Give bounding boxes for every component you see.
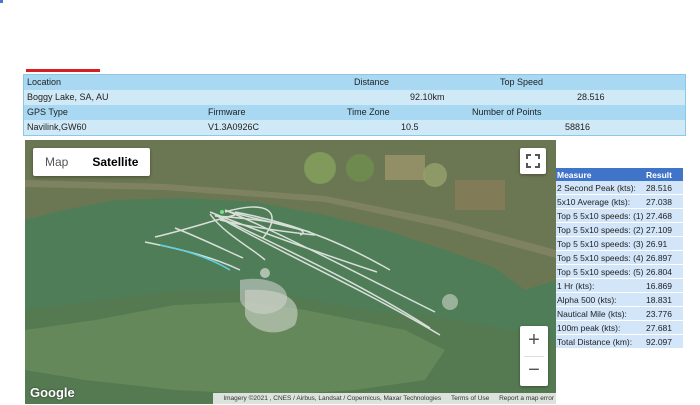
map-type-satellite-button[interactable]: Satellite	[80, 148, 150, 176]
table-row: Alpha 500 (kts): 18.831	[556, 292, 683, 307]
table-row: Top 5 5x10 speeds: (1) 27.468	[556, 208, 683, 223]
terms-of-use-link[interactable]: Terms of Use	[451, 395, 489, 402]
map-type-map-button[interactable]: Map	[33, 148, 80, 176]
measure-cell: Top 5 5x10 speeds: (5)	[556, 264, 645, 279]
points-value: 58816	[565, 122, 591, 132]
map-imagery	[25, 140, 556, 404]
time-zone-header: Time Zone	[347, 107, 390, 117]
result-cell: 27.038	[645, 194, 683, 209]
measure-cell: Alpha 500 (kts):	[556, 292, 645, 307]
measure-cell: 100m peak (kts):	[556, 320, 645, 335]
result-cell: 27.681	[645, 320, 683, 335]
result-cell: 26.91	[645, 236, 683, 251]
distance-header: Distance	[354, 77, 390, 87]
points-header: Number of Points	[472, 107, 542, 117]
result-cell: 26.804	[645, 264, 683, 279]
table-row: Top 5 5x10 speeds: (2) 27.109	[556, 222, 683, 237]
measure-cell: Top 5 5x10 speeds: (1)	[556, 208, 645, 223]
zoom-out-button[interactable]: −	[520, 356, 548, 386]
result-cell: 16.869	[645, 278, 683, 293]
results-table: Measure Result 2 Second Peak (kts): 28.51…	[556, 168, 683, 349]
result-cell: 26.897	[645, 250, 683, 265]
active-tab-indicator	[26, 69, 100, 72]
info-header-row-2: GPS Type Firmware Time Zone Number of Po…	[24, 105, 685, 120]
map-type-control: Map Satellite	[33, 148, 151, 176]
google-logo: Google	[30, 385, 75, 400]
satellite-map[interactable]: Map Satellite + − Google Imagery ©2021 ,…	[25, 140, 556, 404]
measure-cell: Top 5 5x10 speeds: (2)	[556, 222, 645, 237]
imagery-credit: Imagery ©2021 , CNES / Airbus, Landsat /…	[223, 395, 442, 402]
report-map-error-link[interactable]: Report a map error	[499, 395, 554, 402]
measure-cell: Top 5 5x10 speeds: (4)	[556, 250, 645, 265]
measure-cell: Top 5 5x10 speeds: (3)	[556, 236, 645, 251]
fullscreen-icon	[526, 154, 540, 168]
result-cell: 18.831	[645, 292, 683, 307]
measure-cell: 1 Hr (kts):	[556, 278, 645, 293]
top-speed-header: Top Speed	[500, 77, 544, 87]
table-row: Total Distance (km): 92.097	[556, 334, 683, 349]
gps-type-header: GPS Type	[27, 107, 68, 117]
time-zone-value: 10.5	[401, 122, 419, 132]
table-row: Top 5 5x10 speeds: (5) 26.804	[556, 264, 683, 279]
table-row: Nautical Mile (kts): 23.776	[556, 306, 683, 321]
zoom-control: + −	[520, 326, 548, 386]
result-cell: 27.468	[645, 208, 683, 223]
results-header-row: Measure Result	[556, 168, 683, 181]
location-value: Boggy Lake, SA, AU	[27, 92, 109, 102]
top-speed-value: 28.516	[577, 92, 605, 102]
distance-value: 92.10km	[410, 92, 445, 102]
firmware-value: V1.3A0926C	[208, 122, 260, 132]
firmware-header: Firmware	[208, 107, 246, 117]
session-info-panel: Location Distance Top Speed Boggy Lake, …	[23, 74, 686, 136]
gps-type-value: Navilink,GW60	[27, 122, 87, 132]
measure-cell: Nautical Mile (kts):	[556, 306, 645, 321]
table-row: 5x10 Average (kts): 27.038	[556, 194, 683, 209]
result-cell: 23.776	[645, 306, 683, 321]
table-row: 100m peak (kts): 27.681	[556, 320, 683, 335]
location-header: Location	[27, 77, 62, 87]
zoom-in-button[interactable]: +	[520, 326, 548, 356]
measure-cell: Total Distance (km):	[556, 334, 645, 349]
table-row: 1 Hr (kts): 16.869	[556, 278, 683, 293]
corner-dot	[0, 0, 3, 3]
measure-cell: 2 Second Peak (kts):	[556, 181, 645, 195]
measure-cell: 5x10 Average (kts):	[556, 194, 645, 209]
table-row: 2 Second Peak (kts): 28.516	[556, 181, 683, 195]
fullscreen-button[interactable]	[520, 148, 546, 174]
result-header: Result	[645, 168, 683, 181]
info-header-row-1: Location Distance Top Speed	[24, 75, 685, 90]
info-value-row-2: Navilink,GW60 V1.3A0926C 10.5 58816	[24, 120, 685, 135]
map-attribution-bar: Imagery ©2021 , CNES / Airbus, Landsat /…	[213, 393, 556, 404]
result-cell: 28.516	[645, 181, 683, 195]
zoom-divider	[524, 356, 544, 357]
result-cell: 27.109	[645, 222, 683, 237]
result-cell: 92.097	[645, 334, 683, 349]
table-row: Top 5 5x10 speeds: (3) 26.91	[556, 236, 683, 251]
table-row: Top 5 5x10 speeds: (4) 26.897	[556, 250, 683, 265]
measure-header: Measure	[556, 168, 645, 181]
info-value-row-1: Boggy Lake, SA, AU 92.10km 28.516	[24, 90, 685, 105]
